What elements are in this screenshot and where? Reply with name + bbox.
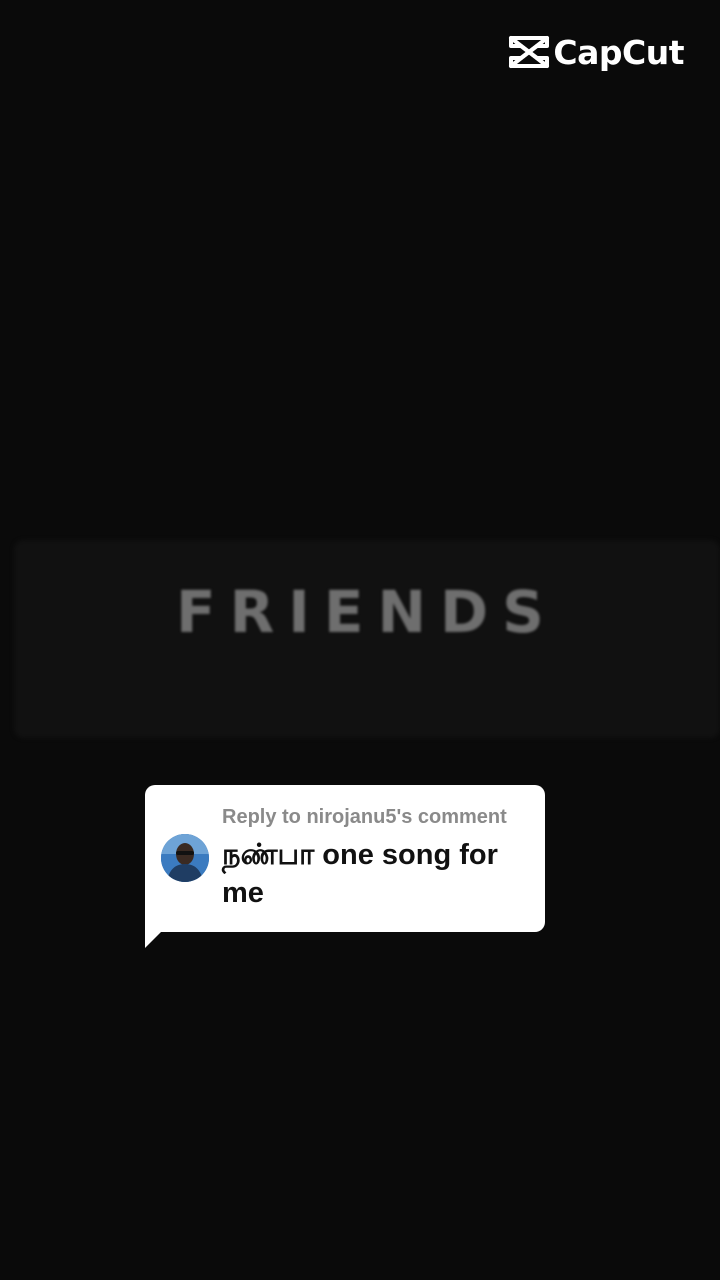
reply-comment-text: நண்பா one song for me — [222, 839, 498, 909]
avatar-photo — [161, 834, 209, 882]
capcut-brand-text: CapCut — [553, 32, 684, 72]
video-frame: CapCut FRIENDS Reply to nirojanu5's comm… — [0, 0, 720, 1280]
reply-header: Reply to nirojanu5's comment — [222, 806, 507, 828]
capcut-logo-icon — [509, 36, 550, 68]
avatar[interactable] — [161, 834, 209, 882]
capcut-watermark: CapCut — [507, 34, 684, 70]
video-title: FRIENDS — [176, 578, 558, 646]
reply-bubble-tail — [145, 920, 173, 948]
